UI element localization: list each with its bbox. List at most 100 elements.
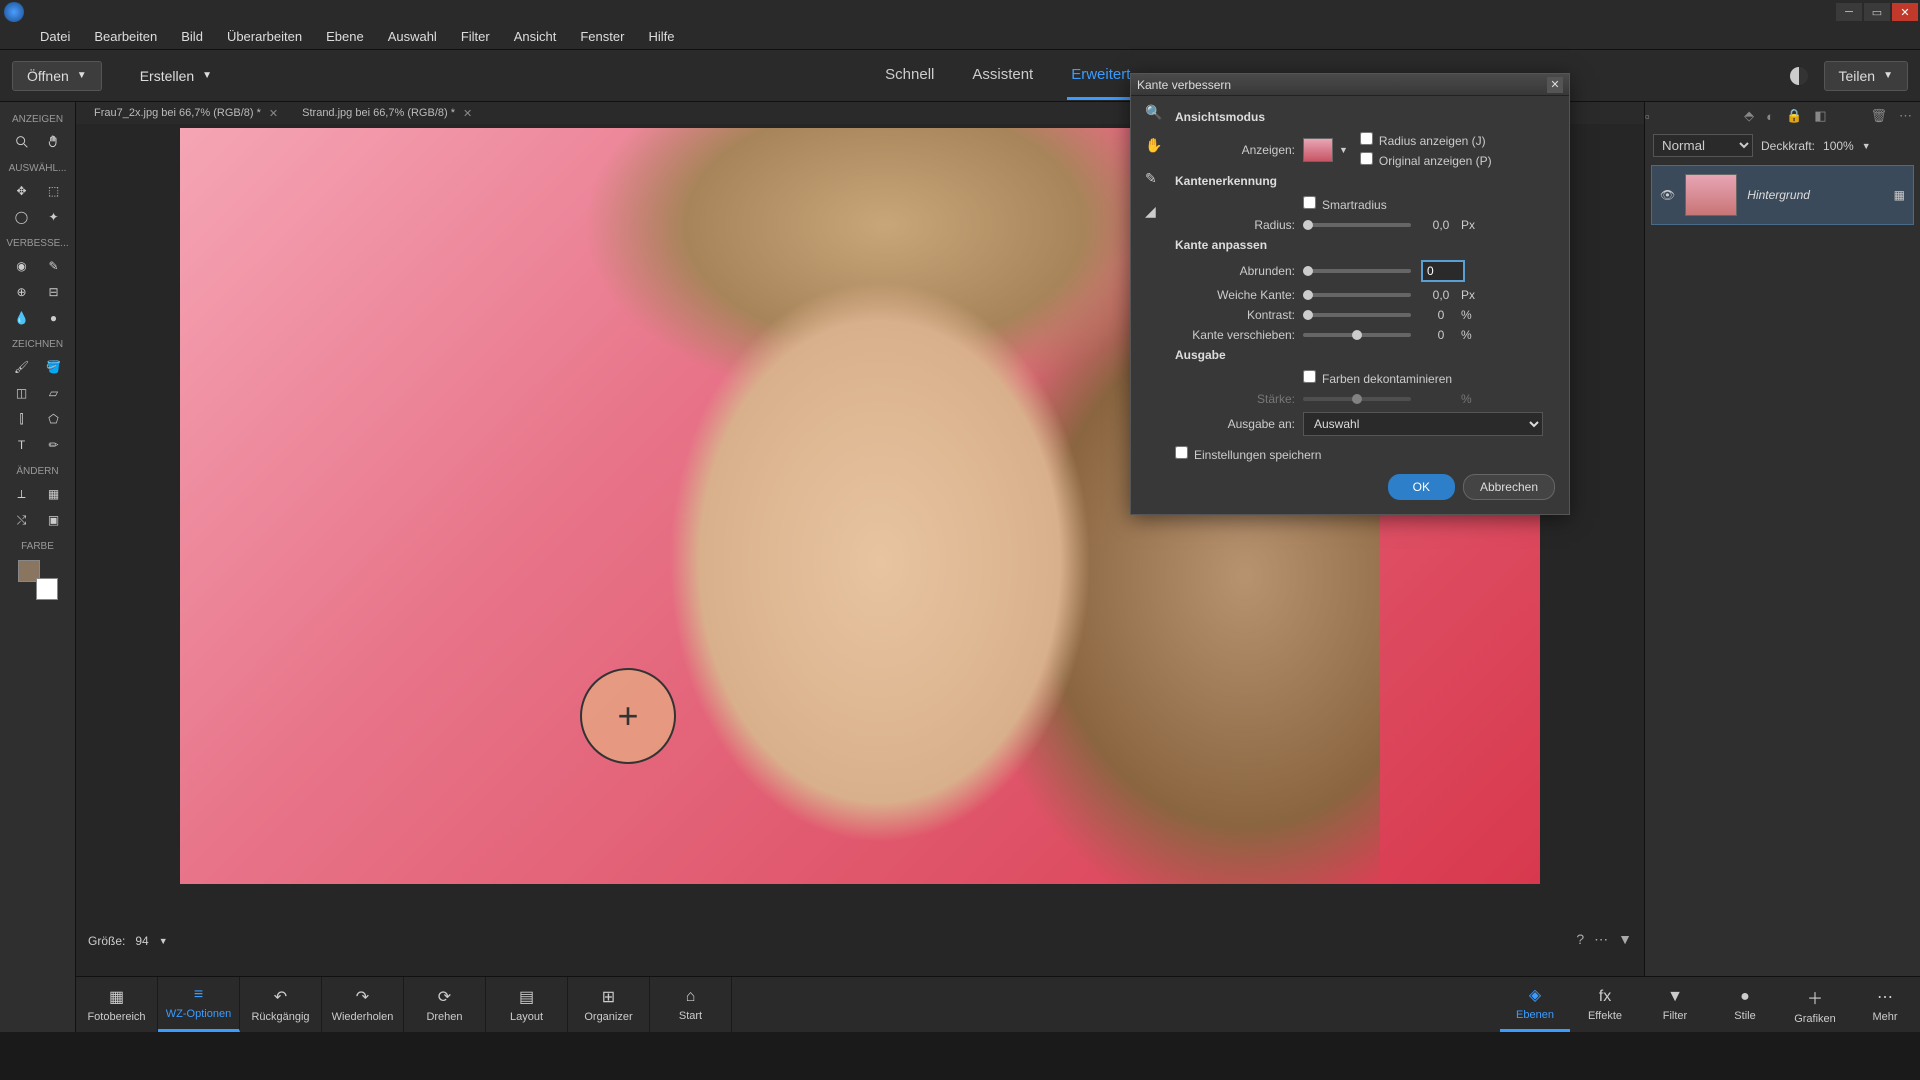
radius-slider[interactable] — [1303, 223, 1411, 227]
recompose-tool-icon[interactable]: ▦ — [45, 485, 63, 503]
mode-expert[interactable]: Erweitert — [1067, 52, 1134, 100]
chevron-down-icon[interactable]: ▼ — [1339, 145, 1348, 155]
pencil-tool-icon[interactable]: ✏ — [45, 436, 63, 454]
contrast-slider[interactable] — [1303, 313, 1411, 317]
photo-bin-button[interactable]: ▦Fotobereich — [76, 977, 158, 1032]
close-window-button[interactable]: ✕ — [1892, 3, 1918, 21]
menu-icon[interactable]: ⋯ — [1899, 108, 1912, 124]
output-select[interactable]: Auswahl — [1303, 412, 1543, 436]
layer-thumbnail[interactable] — [1685, 174, 1737, 216]
wand-tool-icon[interactable]: ✦ — [45, 208, 63, 226]
trash-icon[interactable]: 🗑 — [1870, 108, 1887, 124]
spot-tool-icon[interactable]: ✎ — [45, 257, 63, 275]
smart-radius-checkbox[interactable]: Smartradius — [1303, 196, 1387, 212]
menu-hilfe[interactable]: Hilfe — [638, 25, 684, 48]
move-tool-icon[interactable]: ✥ — [13, 182, 31, 200]
view-preview-thumb[interactable] — [1303, 138, 1333, 162]
redeye-tool-icon[interactable]: ◉ — [13, 257, 31, 275]
more-tab-button[interactable]: ⋯Mehr — [1850, 977, 1920, 1032]
graphics-tab-button[interactable]: ＋Grafiken — [1780, 977, 1850, 1032]
organizer-button[interactable]: ⊞Organizer — [568, 977, 650, 1032]
mode-quick[interactable]: Schnell — [881, 52, 938, 100]
cancel-button[interactable]: Abbrechen — [1463, 474, 1555, 500]
adjust-icon[interactable]: ◧ — [1814, 108, 1826, 124]
clone-tool-icon[interactable]: ⊟ — [45, 283, 63, 301]
menu-datei[interactable]: Datei — [30, 25, 80, 48]
rotate-button[interactable]: ⟳Drehen — [404, 977, 486, 1032]
hand-tool-icon[interactable]: ✋ — [1145, 137, 1165, 154]
blend-mode-select[interactable]: Normal — [1653, 134, 1753, 157]
filters-tab-button[interactable]: ▼Filter — [1640, 977, 1710, 1032]
theme-toggle-icon[interactable] — [1790, 67, 1808, 85]
mode-guided[interactable]: Assistent — [968, 52, 1037, 100]
decontaminate-checkbox[interactable]: Farben dekontaminieren — [1303, 370, 1452, 386]
more-icon[interactable]: ⋯ — [1594, 931, 1608, 948]
refine-brush-icon[interactable]: ✎ — [1145, 170, 1165, 187]
close-tab-icon[interactable]: ✕ — [269, 107, 278, 120]
menu-ebene[interactable]: Ebene — [316, 25, 374, 48]
menu-ansicht[interactable]: Ansicht — [504, 25, 567, 48]
effects-tab-button[interactable]: fxEffekte — [1570, 977, 1640, 1032]
tool-options-button[interactable]: ≡WZ-Optionen — [158, 977, 240, 1032]
erase-refine-icon[interactable]: ◢ — [1145, 203, 1165, 220]
new-layer-icon[interactable]: ▫ — [1645, 109, 1650, 124]
opacity-value[interactable]: 100% — [1823, 139, 1854, 153]
close-dialog-icon[interactable]: ✕ — [1547, 77, 1563, 93]
size-value[interactable]: 94 — [135, 934, 148, 948]
straighten-tool-icon[interactable]: ⤭ — [13, 511, 31, 529]
menu-bild[interactable]: Bild — [171, 25, 213, 48]
ok-button[interactable]: OK — [1388, 474, 1455, 500]
layers-tab-button[interactable]: ◈Ebenen — [1500, 977, 1570, 1032]
marquee-tool-icon[interactable]: ⬚ — [45, 182, 63, 200]
blur-tool-icon[interactable]: 💧 — [13, 309, 31, 327]
styles-tab-button[interactable]: ●Stile — [1710, 977, 1780, 1032]
document-tab[interactable]: Strand.jpg bei 66,7% (RGB/8) * ✕ — [292, 104, 482, 123]
content-tool-icon[interactable]: ▣ — [45, 511, 63, 529]
color-swatches[interactable] — [18, 560, 58, 600]
zoom-tool-icon[interactable]: 🔍 — [1145, 104, 1165, 121]
menu-bearbeiten[interactable]: Bearbeiten — [84, 25, 167, 48]
undo-button[interactable]: ↶Rückgängig — [240, 977, 322, 1032]
eyedrop-tool-icon[interactable]: ⫿ — [13, 410, 31, 428]
zoom-tool-icon[interactable] — [13, 133, 31, 151]
feather-slider[interactable] — [1303, 293, 1411, 297]
create-button[interactable]: Erstellen ▼ — [126, 61, 226, 91]
home-button[interactable]: ⌂Start — [650, 977, 732, 1032]
maximize-button[interactable]: ▭ — [1864, 3, 1890, 21]
menu-ueberarbeiten[interactable]: Überarbeiten — [217, 25, 312, 48]
shape-tool-icon[interactable]: ⬠ — [45, 410, 63, 428]
show-original-checkbox[interactable]: Original anzeigen (P) — [1360, 152, 1492, 168]
crop-tool-icon[interactable]: ⟂ — [13, 485, 31, 503]
chevron-down-icon[interactable]: ▼ — [1862, 141, 1871, 151]
fx-icon[interactable]: ⬘ — [1744, 108, 1754, 124]
gradient-tool-icon[interactable]: ◫ — [13, 384, 31, 402]
brush-heal-icon[interactable]: ⊕ — [13, 283, 31, 301]
redo-button[interactable]: ↷Wiederholen — [322, 977, 404, 1032]
hand-tool-icon[interactable] — [45, 133, 63, 151]
mask-icon[interactable]: ◐ — [1766, 109, 1774, 124]
chevron-down-icon[interactable]: ▼ — [159, 936, 168, 946]
layer-row[interactable]: 👁 Hintergrund ▦ — [1651, 165, 1914, 225]
text-tool-icon[interactable]: T — [13, 436, 31, 454]
smooth-slider[interactable] — [1303, 269, 1411, 273]
dialog-titlebar[interactable]: Kante verbessern ✕ — [1131, 74, 1569, 96]
help-icon[interactable]: ? — [1576, 931, 1584, 948]
open-button[interactable]: Öffnen ▼ — [12, 61, 102, 91]
close-tab-icon[interactable]: ✕ — [463, 107, 472, 120]
smooth-input[interactable] — [1421, 260, 1465, 282]
shift-slider[interactable] — [1303, 333, 1411, 337]
remember-checkbox[interactable]: Einstellungen speichern — [1175, 446, 1321, 462]
share-button[interactable]: Teilen ▼ — [1824, 61, 1909, 91]
minimize-button[interactable]: ─ — [1836, 3, 1862, 21]
eraser-tool-icon[interactable]: ▱ — [45, 384, 63, 402]
visibility-icon[interactable]: 👁 — [1660, 188, 1675, 202]
document-tab[interactable]: Frau7_2x.jpg bei 66,7% (RGB/8) * ✕ — [84, 104, 288, 123]
brush-tool-icon[interactable]: 🖌 — [13, 358, 31, 376]
layer-name[interactable]: Hintergrund — [1747, 188, 1883, 202]
layer-link-icon[interactable]: ▦ — [1894, 188, 1905, 202]
layout-button[interactable]: ▤Layout — [486, 977, 568, 1032]
show-radius-checkbox[interactable]: Radius anzeigen (J) — [1360, 132, 1492, 148]
lasso-tool-icon[interactable]: ◯ — [13, 208, 31, 226]
lock-icon[interactable]: 🔒 — [1786, 108, 1802, 124]
collapse-icon[interactable]: ▼ — [1618, 931, 1632, 948]
